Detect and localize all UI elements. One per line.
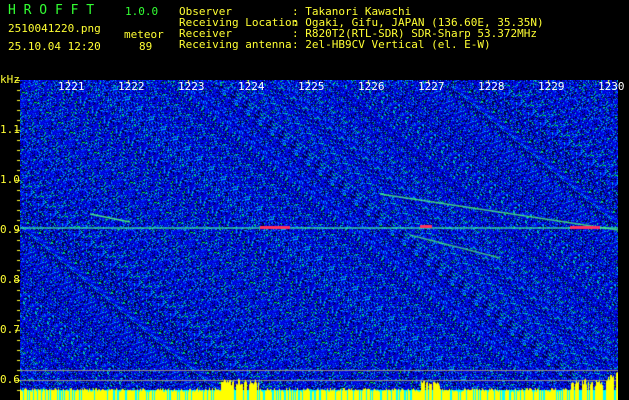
- x-tick-label: 1229: [538, 80, 565, 93]
- x-tick-label: 1222: [118, 80, 145, 93]
- spectrogram: [20, 80, 618, 400]
- x-tick-label: 1223: [178, 80, 205, 93]
- x-tick-label: 1227: [418, 80, 445, 93]
- info-label: Receiving antenna: [179, 38, 292, 51]
- x-tick-label: 1226: [358, 80, 385, 93]
- x-tick-label: 1224: [238, 80, 265, 93]
- info-value: : 2el-HB9CV Vertical (el. E-W): [292, 38, 491, 51]
- x-tick-label: 1228: [478, 80, 505, 93]
- x-tick-label: 1230: [598, 80, 625, 93]
- x-tick-label: 1225: [298, 80, 325, 93]
- file-datetime: 25.10.04 12:20: [8, 40, 101, 53]
- app-version: 1.0.0: [125, 5, 159, 18]
- app-title: H R O F F T: [8, 3, 95, 18]
- x-tick-label: 1221: [58, 80, 85, 93]
- meteor-count: 89: [139, 40, 153, 53]
- y-axis-ticks: [0, 80, 20, 400]
- file-name: 2510041220.png: [8, 22, 101, 35]
